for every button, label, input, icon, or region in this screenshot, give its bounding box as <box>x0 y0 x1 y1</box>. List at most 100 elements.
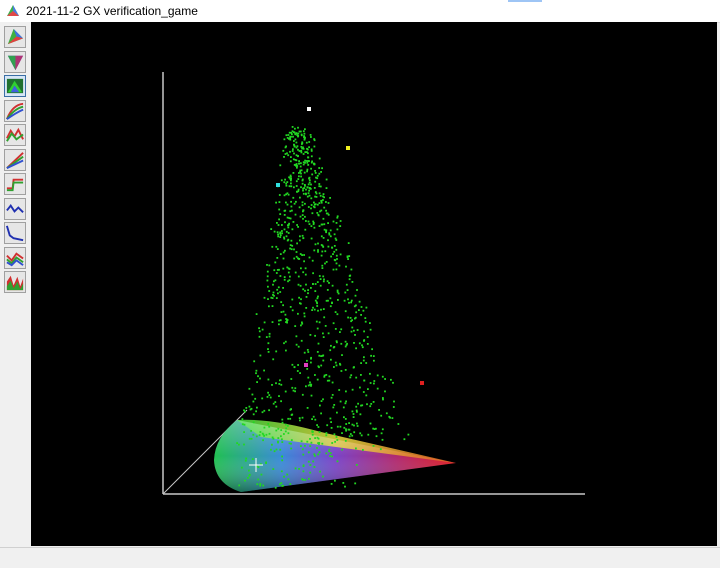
gamut-point <box>351 434 354 437</box>
gamut-point <box>263 321 266 324</box>
gamut-point <box>354 294 357 297</box>
toolbar-button-5[interactable] <box>4 124 26 146</box>
gamut-point <box>349 433 352 435</box>
gamut-point <box>288 279 291 282</box>
gamut-point <box>301 448 304 451</box>
gamut-point <box>284 178 286 181</box>
gamut-point <box>318 167 321 169</box>
gamut-point <box>302 153 305 155</box>
gamut-3d-plot[interactable] <box>31 22 717 546</box>
gamut-point <box>318 443 320 446</box>
gamut-point <box>363 379 366 382</box>
gamut-point <box>322 193 325 195</box>
gamut-point <box>287 432 290 435</box>
gamut-point <box>285 193 287 196</box>
gamut-point <box>340 328 343 331</box>
gamut-point <box>280 179 283 182</box>
gamut-point <box>380 432 383 435</box>
gamut-point <box>280 429 283 431</box>
gamut-point <box>322 199 324 201</box>
gamut-point <box>384 378 386 380</box>
gamut-point <box>278 383 281 385</box>
gamut-point <box>244 410 246 413</box>
gamut-point <box>316 378 319 381</box>
toolbar-button-4[interactable] <box>4 99 26 122</box>
toolbar-button-7[interactable] <box>4 173 26 195</box>
gamut-point <box>304 185 306 187</box>
gamut-point <box>267 342 270 345</box>
gamut-point <box>329 229 332 232</box>
marker-white <box>307 107 311 111</box>
gamut-point <box>295 185 298 187</box>
gamut-point <box>360 314 362 316</box>
gamut-point <box>248 387 251 390</box>
gamut-point <box>299 165 302 168</box>
gamut-point <box>393 400 395 403</box>
gamut-point <box>281 421 284 424</box>
gamut-point <box>335 239 338 241</box>
gamut-point <box>364 317 367 319</box>
gamut-point <box>361 346 364 349</box>
gamut-point <box>302 478 304 481</box>
gamut-point <box>352 413 355 415</box>
gamut-point <box>297 275 300 278</box>
gamut-3d-viewport[interactable] <box>31 22 717 546</box>
toolbar-button-11[interactable] <box>4 271 26 293</box>
gamut-point <box>336 411 338 414</box>
gamut-point <box>342 482 345 484</box>
gamut-point <box>300 267 302 270</box>
gamut-point <box>317 250 319 253</box>
gamut-point <box>302 237 305 239</box>
toolbar-button-9[interactable] <box>4 222 26 244</box>
gamut-point <box>318 451 321 454</box>
gamut-point <box>344 440 347 442</box>
gamut-point <box>331 302 333 304</box>
gamut-point <box>284 340 287 343</box>
gamut-point <box>318 431 321 433</box>
gamut-point <box>295 141 298 144</box>
rgb-line-graph-icon <box>6 251 24 266</box>
gamut-point <box>312 415 315 418</box>
gamut-point <box>283 475 285 478</box>
gamut-point <box>361 344 363 347</box>
gamut-point <box>307 460 310 463</box>
gamut-point <box>271 384 273 386</box>
gamut-point <box>268 425 271 428</box>
toolbar-button-10[interactable] <box>4 246 26 269</box>
gamut-point <box>298 258 301 260</box>
gamut-point <box>292 221 295 223</box>
gamut-point <box>360 306 363 308</box>
gamut-point <box>330 427 333 429</box>
gamut-point <box>276 269 279 271</box>
gamut-point <box>373 380 376 382</box>
gamut-point <box>298 175 300 178</box>
gamut-point <box>372 445 375 447</box>
toolbar-button-2[interactable] <box>4 50 26 73</box>
gamut-point <box>359 432 362 435</box>
gamut-point <box>336 258 338 260</box>
gamut-point <box>351 410 354 413</box>
toolbar-button-1[interactable] <box>4 26 26 48</box>
gamut-point <box>295 159 298 162</box>
gamut-point <box>306 407 309 409</box>
gamut-point <box>324 262 326 265</box>
gamut-point <box>314 437 316 439</box>
gamut-point <box>370 403 373 405</box>
gamut-point <box>333 404 336 406</box>
gamut-point <box>272 468 275 470</box>
gamut-point <box>328 233 331 236</box>
view-toolbar <box>0 22 31 546</box>
toolbar-button-6[interactable] <box>4 148 26 171</box>
gamut-point <box>241 466 243 469</box>
gamut-point <box>303 187 306 189</box>
gamut-point <box>265 336 268 338</box>
gamut-point <box>288 268 291 270</box>
gamut-point <box>294 213 297 216</box>
toolbar-button-8[interactable] <box>4 197 26 220</box>
toolbar-button-3[interactable] <box>4 75 26 97</box>
gamut-point <box>305 141 308 144</box>
gamut-point <box>267 351 270 353</box>
gamut-point <box>349 376 352 379</box>
gamut-point <box>248 437 251 440</box>
marker-red <box>420 381 424 385</box>
